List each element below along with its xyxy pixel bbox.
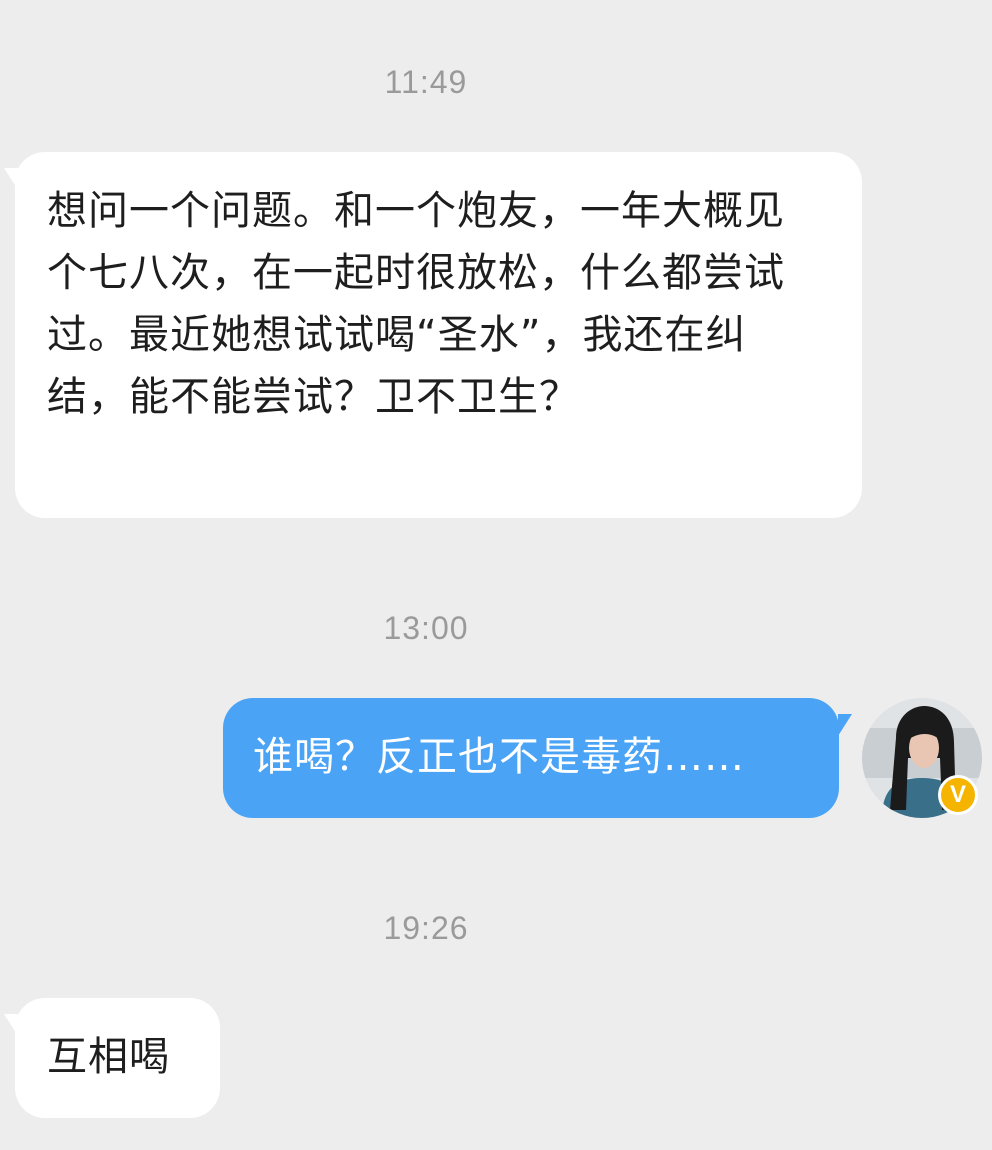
bubble-tail xyxy=(838,714,852,736)
chat-thread: 11:49 想问一个问题。和一个炮友，一年大概见个七八次，在一起时很放松，什么都… xyxy=(0,0,992,1150)
incoming-message-bubble[interactable]: 想问一个问题。和一个炮友，一年大概见个七八次，在一起时很放松，什么都尝试过。最近… xyxy=(15,152,862,518)
timestamp: 13:00 xyxy=(383,610,469,646)
verified-badge-icon: V xyxy=(938,775,978,815)
incoming-message-bubble[interactable]: 互相喝 xyxy=(15,998,220,1118)
timestamp: 11:49 xyxy=(384,64,468,100)
outgoing-message-bubble[interactable]: 谁喝？反正也不是毒药…… xyxy=(223,698,839,818)
timestamp: 19:26 xyxy=(383,910,469,946)
